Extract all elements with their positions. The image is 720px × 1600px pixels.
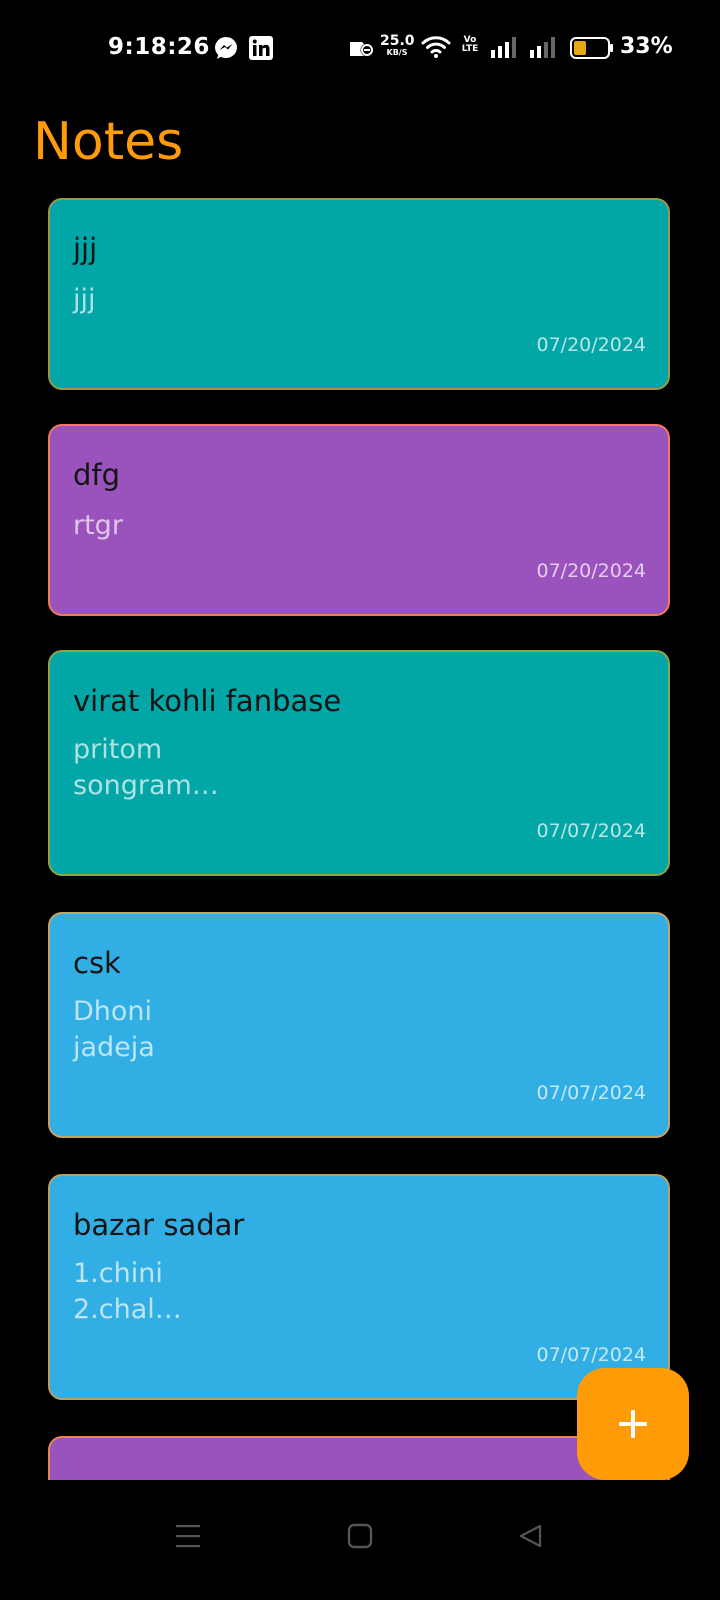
note-title: jjj xyxy=(73,232,98,266)
note-card[interactable]: jjj jjj 07/20/2024 xyxy=(48,198,670,390)
signal-icon xyxy=(491,37,517,63)
note-card[interactable]: dfg rtgr 07/20/2024 xyxy=(48,424,670,616)
note-title: dfg xyxy=(73,458,121,492)
home-square-icon[interactable] xyxy=(347,1523,373,1554)
signal-icon xyxy=(530,37,556,63)
navigation-bar xyxy=(0,1480,720,1600)
note-card[interactable]: bazar sadar 1.chini 2.chal… 07/07/2024 xyxy=(48,1174,670,1400)
note-body: 1.chini 2.chal… xyxy=(73,1258,182,1325)
note-date: 07/07/2024 xyxy=(536,820,646,842)
wifi-icon xyxy=(421,35,451,64)
note-title: virat kohli fanbase xyxy=(73,684,342,718)
battery-icon xyxy=(570,37,614,64)
note-body: Dhoni jadeja xyxy=(73,996,155,1063)
note-date: 07/20/2024 xyxy=(536,560,646,582)
add-note-button[interactable] xyxy=(577,1368,689,1480)
network-speed-unit: KB/S xyxy=(386,48,408,57)
note-date: 07/20/2024 xyxy=(536,334,646,356)
network-speed-value: 25.0 xyxy=(380,33,415,49)
network-speed: 25.0 KB/S xyxy=(380,33,415,57)
note-body: pritom songram… xyxy=(73,734,219,801)
menu-icon[interactable] xyxy=(174,1523,202,1554)
linkedin-icon xyxy=(249,36,273,65)
note-body: jjj xyxy=(73,284,96,315)
note-date: 07/07/2024 xyxy=(536,1082,646,1104)
note-card[interactable]: virat kohli fanbase pritom songram… 07/0… xyxy=(48,650,670,876)
note-date: 07/07/2024 xyxy=(536,1344,646,1366)
status-time: 9:18:26 xyxy=(108,34,210,60)
data-saver-icon xyxy=(348,38,376,63)
notes-list[interactable]: jjj jjj 07/20/2024 dfg rtgr 07/20/2024 v… xyxy=(0,196,720,1480)
note-title: bazar sadar xyxy=(73,1208,245,1242)
back-triangle-icon[interactable] xyxy=(518,1523,544,1554)
plus-icon xyxy=(619,1410,647,1438)
note-title: csk xyxy=(73,946,121,980)
volte-bottom: LTE xyxy=(461,44,479,55)
battery-percent: 33% xyxy=(620,34,673,59)
messenger-icon xyxy=(214,36,238,65)
volte-indicator: Vo LTE xyxy=(459,35,481,55)
status-bar: 9:18:26 25.0 KB/S Vo LTE 33% xyxy=(0,0,720,96)
note-card[interactable]: csk Dhoni jadeja 07/07/2024 xyxy=(48,912,670,1138)
note-body: rtgr xyxy=(73,510,123,541)
page-title: Notes xyxy=(33,112,184,172)
